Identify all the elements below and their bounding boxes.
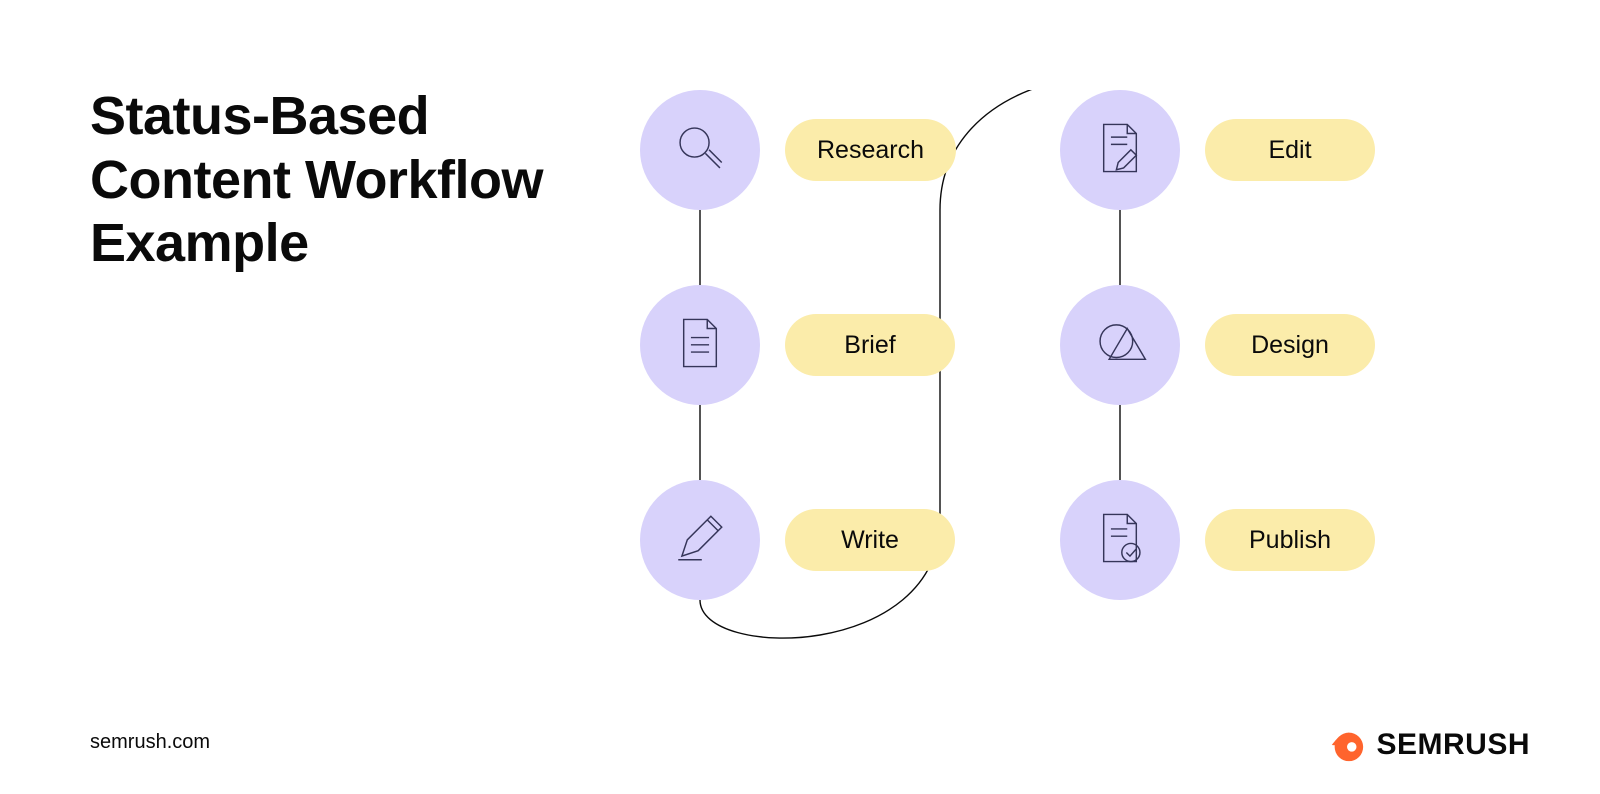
edit-doc-icon — [1091, 119, 1149, 182]
step-circle-design — [1060, 285, 1180, 405]
flame-icon — [1328, 726, 1366, 764]
step-circle-publish — [1060, 480, 1180, 600]
step-circle-write — [640, 480, 760, 600]
step-circle-edit — [1060, 90, 1180, 210]
step-label-write: Write — [785, 509, 955, 571]
step-circle-research — [640, 90, 760, 210]
step-label-design: Design — [1205, 314, 1375, 376]
diagram-canvas: Status-BasedContent WorkflowExample Rese… — [0, 0, 1600, 794]
workflow-diagram: Research Brief Write Edit Design — [640, 90, 1510, 620]
shapes-icon — [1091, 314, 1149, 377]
document-icon — [671, 314, 729, 377]
step-label-brief: Brief — [785, 314, 955, 376]
magnifier-icon — [671, 119, 729, 182]
brand-text: SEMRUSH — [1376, 728, 1530, 762]
step-label-publish: Publish — [1205, 509, 1375, 571]
step-label-edit: Edit — [1205, 119, 1375, 181]
brand-logo: SEMRUSH — [1328, 726, 1530, 764]
page-title: Status-BasedContent WorkflowExample — [90, 85, 610, 276]
check-doc-icon — [1091, 509, 1149, 572]
source-url: semrush.com — [90, 731, 210, 754]
pencil-icon — [671, 509, 729, 572]
step-label-research: Research — [785, 119, 956, 181]
step-circle-brief — [640, 285, 760, 405]
